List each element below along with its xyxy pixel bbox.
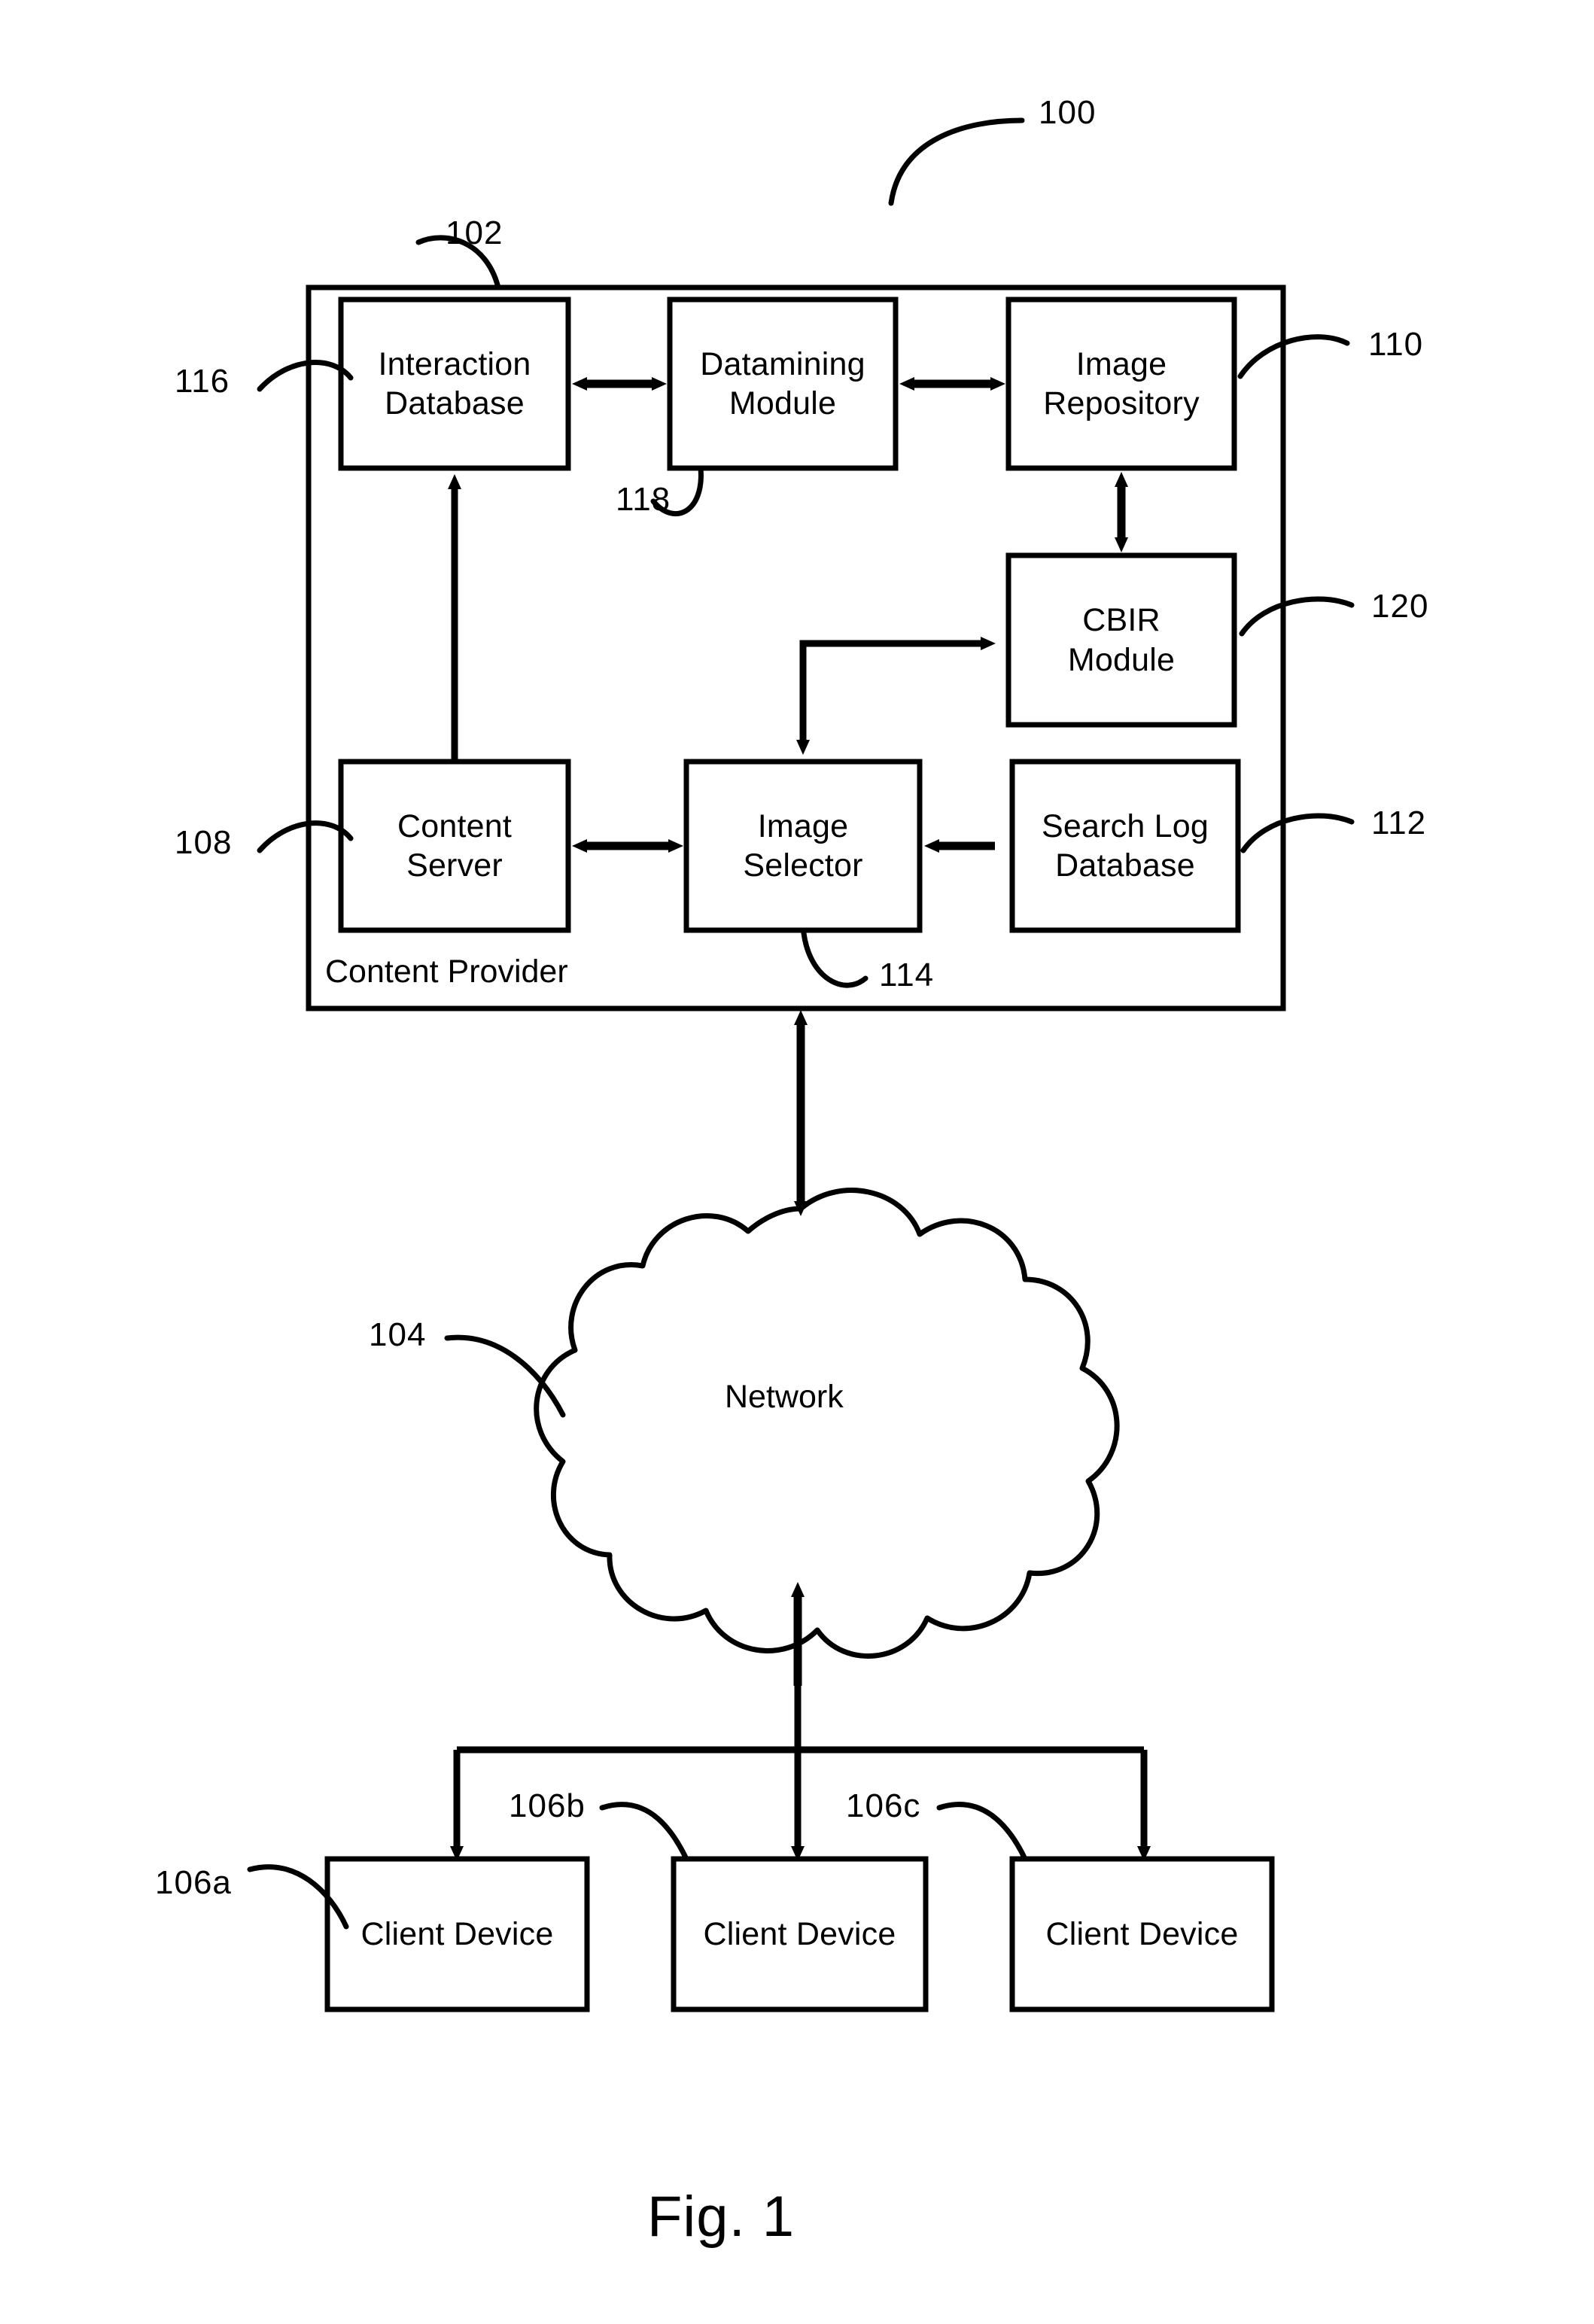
leader-108 [257,820,354,853]
leader-112 [1240,813,1355,853]
ref-number-106a: 106a [155,1864,232,1901]
search-log-database-box [1009,759,1241,933]
ref-number-100: 100 [1039,94,1097,131]
cbir-module-box [1005,552,1237,728]
leader-116 [257,360,354,392]
patent-figure: 100 102 Interaction Database 116 Datamin… [0,0,1594,2324]
image-repository-box [1005,297,1237,471]
image-selector-box [683,759,923,933]
ref-number-116: 116 [175,363,230,400]
content-server-box [338,759,571,933]
leader-100 [888,117,1025,206]
leader-114 [801,930,868,988]
ref-number-106c: 106c [846,1787,921,1824]
ref-number-104: 104 [369,1316,427,1353]
content-provider-label: Content Provider [325,954,568,990]
leader-120 [1239,596,1355,637]
figure-linework [247,117,1355,2012]
interaction-database-box [338,297,571,471]
leader-106b [599,1802,689,1862]
datamining-module-box [667,297,899,471]
ref-number-102: 102 [446,214,503,251]
ref-number-106b: 106b [509,1787,586,1824]
ref-number-118: 118 [616,481,671,518]
ref-number-112: 112 [1371,805,1427,841]
ref-number-108: 108 [175,824,233,861]
client-device-b-box [671,1856,929,2012]
ref-number-114: 114 [879,957,935,993]
leader-106c [936,1802,1028,1862]
ref-number-110: 110 [1368,326,1424,363]
client-device-a-box [324,1856,590,2012]
ref-number-120: 120 [1371,588,1429,625]
leader-110 [1237,334,1350,379]
arrow-image-selector-cbir [799,637,996,745]
network-cloud-shape [534,1188,1120,1659]
client-device-c-box [1009,1856,1275,2012]
figure-caption: Fig. 1 [647,2185,795,2249]
network-label: Network [725,1379,844,1415]
